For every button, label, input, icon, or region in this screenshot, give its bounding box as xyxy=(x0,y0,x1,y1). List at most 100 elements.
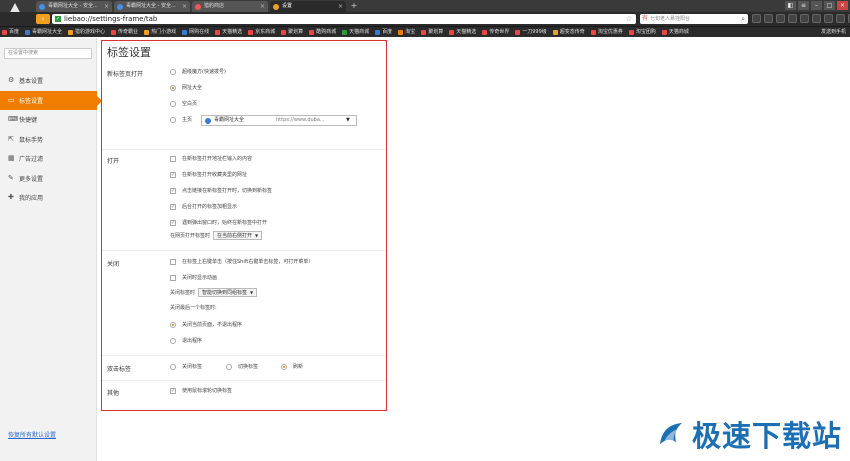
bookmark-item[interactable]: 淘宝 xyxy=(398,27,415,38)
sidebar-item-ad-filter[interactable]: ▦ 广告过滤 xyxy=(0,149,97,169)
browser-tab-1[interactable]: 毒霸网址大全 - 安全... × xyxy=(36,1,112,12)
bookmark-star-icon[interactable]: ☆ xyxy=(626,14,632,24)
checkbox[interactable]: ✓ xyxy=(170,219,176,226)
toolbar-tool-icon[interactable] xyxy=(800,14,809,23)
newtab-option-homepage[interactable]: 主页 xyxy=(170,116,192,123)
tab-close-icon[interactable]: × xyxy=(260,1,265,12)
open-check-favorites[interactable]: ✓ 在新标签打开收藏夹里的网址 xyxy=(170,171,247,178)
close-last-option-keep[interactable]: 关闭当前页面，不退出程序 xyxy=(170,321,242,328)
radio-button[interactable] xyxy=(170,363,176,370)
newtab-option-blank[interactable]: 空白页 xyxy=(170,100,197,107)
bookmark-item[interactable]: 一刀999级 xyxy=(515,27,547,38)
checkbox[interactable]: ✓ xyxy=(170,387,176,394)
checkbox[interactable] xyxy=(170,274,176,281)
bookmark-item[interactable]: 超变态传奇 xyxy=(552,27,585,38)
section-label-dblclick: 双击标签 xyxy=(107,366,132,373)
radio-button[interactable] xyxy=(170,68,176,75)
close-switch-select[interactable]: 智能切换到同组标签 ▼ xyxy=(198,288,258,297)
new-tab-button[interactable]: + xyxy=(348,1,360,12)
bookmark-item[interactable]: 淘宝优惠券 xyxy=(590,27,623,38)
radio-button[interactable] xyxy=(170,100,176,107)
toolbar-tool-icon[interactable] xyxy=(812,14,821,23)
close-last-option-exit[interactable]: 退出程序 xyxy=(170,337,202,344)
bookmark-item[interactable]: 天猫商城 xyxy=(661,27,689,38)
toolbar-tool-icon[interactable] xyxy=(752,14,761,23)
dblclick-option-refresh[interactable]: 刷新 xyxy=(281,363,303,370)
checkbox[interactable] xyxy=(170,155,176,162)
sidebar-item-apps[interactable]: ✚ 我的应用 xyxy=(0,188,97,208)
close-check-right-click[interactable]: 在标签上右键单击（按住Shift右键单击标签，可打开菜单） xyxy=(170,258,313,265)
open-check-bold-background[interactable]: ✓ 后台打开的标签加粗显示 xyxy=(170,203,237,210)
menu-icon[interactable]: ≡ xyxy=(798,1,809,10)
bookmark-item[interactable]: 酷购商城 xyxy=(309,27,336,38)
skin-icon[interactable]: ◧ xyxy=(785,1,796,10)
search-engine-icon[interactable]: 有 xyxy=(642,14,648,24)
tab-close-icon[interactable]: × xyxy=(182,1,187,12)
dblclick-option-switch[interactable]: 切换标签 xyxy=(226,363,258,370)
checkbox[interactable] xyxy=(170,258,176,265)
radio-button[interactable] xyxy=(226,363,232,370)
bookmark-item[interactable]: 聚划算 xyxy=(281,27,303,38)
section-label-close: 关闭 xyxy=(107,261,120,268)
bookmark-item[interactable]: 淘宝团购 xyxy=(628,27,656,38)
settings-search-input[interactable]: 在设置中搜索 xyxy=(4,48,92,59)
sidebar-item-basic[interactable]: ⚙ 基本设置 xyxy=(0,71,97,91)
newtab-option-nav-site[interactable]: 网址大全 xyxy=(170,84,202,91)
bookmark-item[interactable]: 传奇霸业 xyxy=(111,27,138,38)
radio-button[interactable] xyxy=(170,84,176,91)
toolbar-tool-icon[interactable] xyxy=(836,14,845,23)
newtab-option-speed-dial[interactable]: 超级魔方(快速拨号) xyxy=(170,68,226,75)
checkbox[interactable]: ✓ xyxy=(170,203,176,210)
bookmark-item[interactable]: 网购在线 xyxy=(182,27,209,38)
close-check-animation[interactable]: 关闭时显示动画 xyxy=(170,274,217,281)
search-input[interactable]: 有 七旬老人悬挂阳台 ⌕ xyxy=(640,14,748,24)
open-check-address-input[interactable]: 在新标签打开地址栏输入的内容 xyxy=(170,155,252,162)
bookmark-item[interactable]: 猎豹游戏中心 xyxy=(68,27,105,38)
address-bar[interactable]: ✓ liebao://settings-frame/tab ☆ xyxy=(52,14,636,24)
toolbar-tool-icon[interactable] xyxy=(788,14,797,23)
bookmark-item[interactable]: 热门小游戏 xyxy=(144,27,176,38)
other-check-wheel-switch[interactable]: ✓ 使用鼠标滚轮切换标签 xyxy=(170,387,232,394)
maximize-icon[interactable]: □ xyxy=(824,1,835,10)
open-check-switch-to-new[interactable]: ✓ 点击链接在新标签打开时，切换到新标签 xyxy=(170,187,272,194)
tab-close-icon[interactable]: × xyxy=(338,1,343,12)
toolbar-tool-icon[interactable] xyxy=(776,14,785,23)
nav-bar: ‹ ✓ liebao://settings-frame/tab ☆ 有 七旬老人… xyxy=(0,12,850,26)
radio-button[interactable] xyxy=(281,363,287,370)
open-check-popup-newtab[interactable]: ✓ 遇到弹出窗口时，始终在新标签中打开 xyxy=(170,219,267,226)
bookmark-item[interactable]: 百度 xyxy=(375,27,392,38)
bookmark-item[interactable]: 传奇世界 xyxy=(482,27,509,38)
checkbox[interactable]: ✓ xyxy=(170,187,176,194)
sidebar-item-shortcuts[interactable]: ⌨ 快捷键 xyxy=(0,110,97,130)
radio-button[interactable] xyxy=(170,116,176,123)
toolbar-tool-icon[interactable] xyxy=(824,14,833,23)
checkbox[interactable]: ✓ xyxy=(170,171,176,178)
tab-close-icon[interactable]: × xyxy=(104,1,109,12)
bookmark-item[interactable]: 天猫商城 xyxy=(342,27,369,38)
minimize-icon[interactable]: – xyxy=(811,1,822,10)
browser-tab-3[interactable]: 猎豹商店 × xyxy=(192,1,268,12)
dblclick-option-close[interactable]: 关闭标签 xyxy=(170,363,202,370)
sidebar-item-mouse-gestures[interactable]: ⇱ 鼠标手势 xyxy=(0,130,97,150)
send-to-phone-link[interactable]: 发送到手机 xyxy=(821,27,846,38)
close-icon[interactable]: × xyxy=(837,1,848,10)
toolbar-icons xyxy=(752,14,850,23)
bookmark-item[interactable]: 天猫精选 xyxy=(449,27,476,38)
bookmark-item[interactable]: 京东商城 xyxy=(248,27,275,38)
browser-tab-2[interactable]: 毒霸网址大全 - 安全... × xyxy=(114,1,190,12)
toolbar-tool-icon[interactable] xyxy=(764,14,773,23)
sidebar-item-tabs[interactable]: ▭ 标签设置 xyxy=(0,90,102,110)
open-position-select[interactable]: 在当前右侧打开 ▼ xyxy=(213,231,263,240)
homepage-select[interactable]: 毒霸网址大全 https://www.duba... ▼ xyxy=(201,115,357,126)
sidebar-item-more[interactable]: ✎ 更多设置 xyxy=(0,169,97,189)
radio-button[interactable] xyxy=(170,337,176,344)
bookmark-item[interactable]: 毒霸网址大全 xyxy=(25,27,62,38)
restore-defaults-link[interactable]: 恢复所有默认设置 xyxy=(8,430,56,439)
bookmark-item[interactable]: 天猫精选 xyxy=(215,27,242,38)
bookmark-item[interactable]: 聚划算 xyxy=(421,27,443,38)
browser-tab-settings[interactable]: 设置 × xyxy=(270,1,346,12)
bookmark-item[interactable]: 百度 xyxy=(2,27,19,38)
radio-button[interactable] xyxy=(170,321,176,328)
search-icon[interactable]: ⌕ xyxy=(741,14,745,24)
back-button[interactable]: ‹ xyxy=(36,14,50,24)
